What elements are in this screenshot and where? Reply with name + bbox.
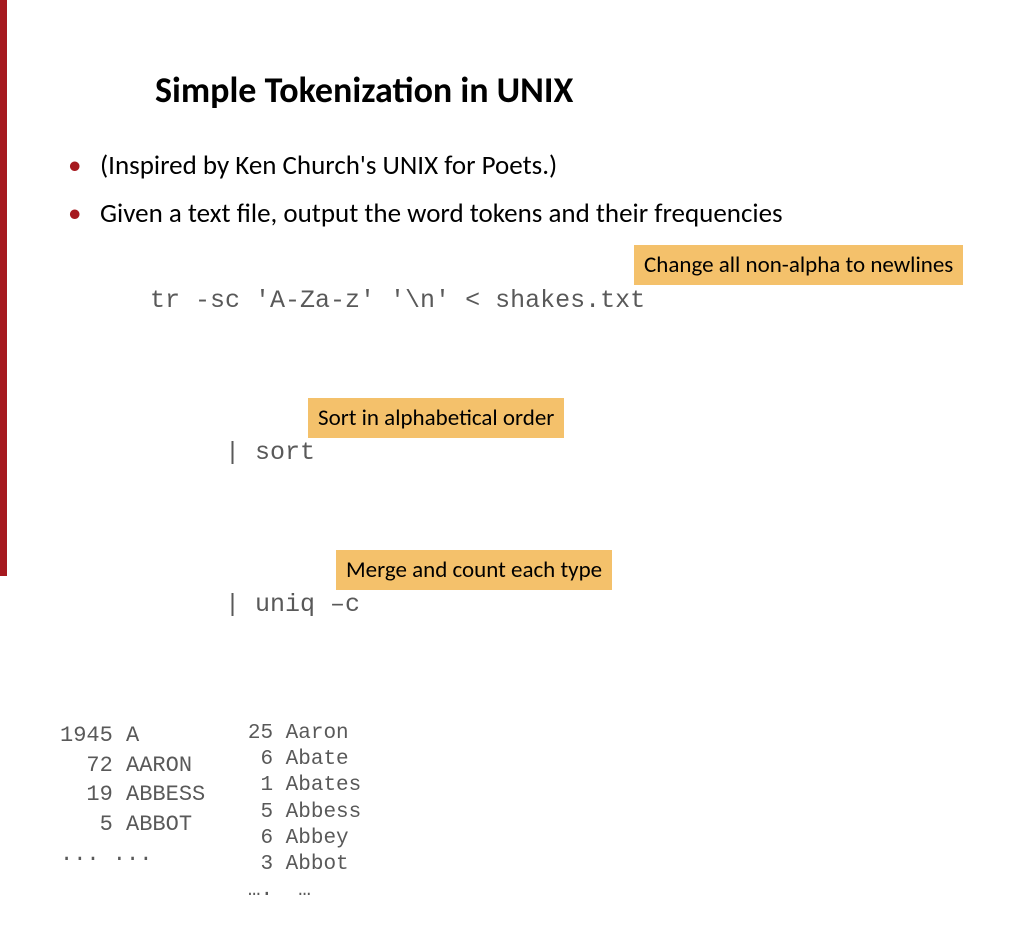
code-line-3: | uniq –c Merge and count each type <box>60 549 994 699</box>
code-text: tr -sc 'A-Za-z' '\n' < shakes.txt <box>150 286 645 315</box>
code-line-1: tr -sc 'A-Za-z' '\n' < shakes.txt Change… <box>60 245 994 395</box>
code-text: | uniq –c <box>150 590 360 619</box>
code-line-2: | sort Sort in alphabetical order <box>60 397 994 547</box>
code-text: | sort <box>150 438 315 467</box>
output-column-right: 25 Aaron 6 Abate 1 Abates 5 Abbess 6 Abb… <box>235 721 361 905</box>
output-columns: 1945 A 72 AARON 19 ABBESS 5 ABBOT ... ..… <box>60 721 994 905</box>
bullet-item: (Inspired by Ken Church's UNIX for Poets… <box>60 148 994 184</box>
annotation-sort: Sort in alphabetical order <box>308 398 564 439</box>
page-title: Simple Tokenization in UNIX <box>155 68 994 112</box>
annotation-uniq: Merge and count each type <box>336 550 612 591</box>
bullet-list: (Inspired by Ken Church's UNIX for Poets… <box>60 148 994 233</box>
annotation-nonalpha: Change all non-alpha to newlines <box>634 245 963 286</box>
code-block: tr -sc 'A-Za-z' '\n' < shakes.txt Change… <box>60 245 994 699</box>
output-column-left: 1945 A 72 AARON 19 ABBESS 5 ABBOT ... ..… <box>60 721 205 905</box>
slide-content: Simple Tokenization in UNIX (Inspired by… <box>0 0 1024 925</box>
accent-bar <box>0 0 7 576</box>
bullet-item: Given a text file, output the word token… <box>60 196 994 232</box>
